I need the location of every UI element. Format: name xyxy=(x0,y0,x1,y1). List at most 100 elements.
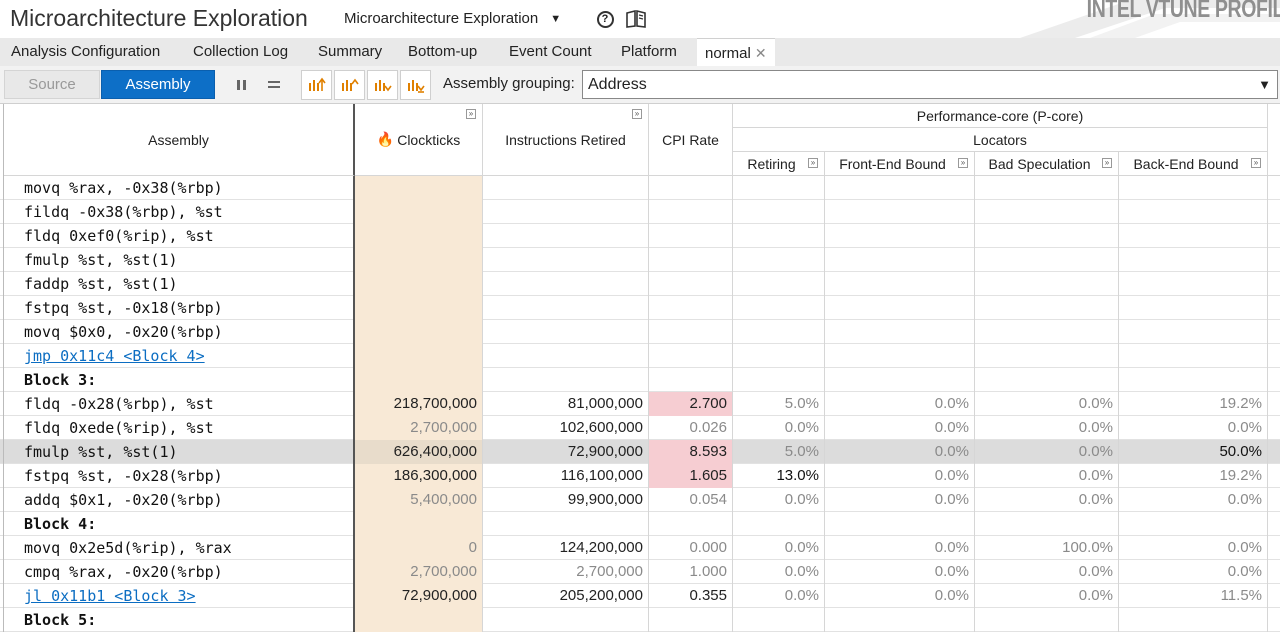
assembly-grouping-select[interactable]: Address ▼ xyxy=(582,70,1278,99)
bad-speculation-cell xyxy=(975,344,1118,368)
header-frontend-label: Front-End Bound xyxy=(839,155,946,172)
instructions-cell xyxy=(483,224,648,248)
bad-speculation-cell: 0.0% xyxy=(1078,467,1113,484)
tab-summary[interactable]: Summary xyxy=(318,38,382,66)
back-end-bound-cell xyxy=(1119,344,1267,368)
bad-speculation-cell xyxy=(975,608,1118,632)
column-divider xyxy=(824,176,825,632)
table-row[interactable]: Block 5: xyxy=(0,608,1280,632)
bad-speculation-cell: 100.0% xyxy=(1062,539,1113,556)
retiring-cell xyxy=(733,200,824,224)
retiring-cell xyxy=(733,248,824,272)
expand-column-icon[interactable]: » xyxy=(1102,158,1112,168)
front-end-bound-cell: 0.0% xyxy=(934,563,969,580)
clockticks-cell xyxy=(355,344,482,368)
tab-event-count[interactable]: Event Count xyxy=(509,38,592,66)
hotspot-last-icon[interactable] xyxy=(400,70,431,100)
cpi-rate-cell xyxy=(649,296,732,320)
header-bad-speculation[interactable]: Bad Speculation » xyxy=(975,152,1119,176)
close-icon[interactable]: ✕ xyxy=(755,45,767,61)
bad-speculation-cell xyxy=(975,296,1118,320)
pause-icon[interactable] xyxy=(229,71,255,99)
grid-rows: movq %rax, -0x38(%rbp) fildq -0x38(%rbp),… xyxy=(0,176,1280,632)
assembly-jump-link[interactable]: jmp 0x11c4 <Block 4> xyxy=(24,344,352,368)
help-icon[interactable]: ? xyxy=(595,9,615,29)
assembly-jump-link[interactable]: jl 0x11b1 <Block 3> xyxy=(24,584,352,608)
cpi-rate-cell xyxy=(649,272,732,296)
header-back-end-bound[interactable]: Back-End Bound » xyxy=(1119,152,1268,176)
tab-platform[interactable]: Platform xyxy=(621,38,677,66)
book-icon[interactable] xyxy=(626,9,646,29)
tab-bottom-up[interactable]: Bottom-up xyxy=(408,38,477,66)
table-row[interactable]: jl 0x11b1 <Block 3> 72,900,000 205,200,000… xyxy=(0,584,1280,608)
table-row[interactable]: fldq 0xef0(%rip), %st xyxy=(0,224,1280,248)
table-row[interactable]: fldq 0xede(%rip), %st 2,700,000 102,600,00… xyxy=(0,416,1280,440)
tab-normal[interactable]: normal ✕ xyxy=(697,38,775,66)
clockticks-cell: 2,700,000 xyxy=(355,416,482,440)
retiring-cell: 5.0% xyxy=(784,395,819,412)
table-row[interactable]: movq $0x0, -0x20(%rbp) xyxy=(0,320,1280,344)
hotspot-previous-icon[interactable] xyxy=(334,70,365,100)
expand-column-icon[interactable]: » xyxy=(1251,158,1261,168)
cpi-rate-cell: 0.000 xyxy=(689,539,727,556)
front-end-bound-cell xyxy=(825,248,974,272)
front-end-bound-cell: 0.0% xyxy=(934,395,969,412)
hotspot-first-icon[interactable] xyxy=(301,70,332,100)
expand-column-icon[interactable]: » xyxy=(632,109,642,119)
clockticks-cell xyxy=(355,368,482,392)
expand-column-icon[interactable]: » xyxy=(808,158,818,168)
instructions-cell: 205,200,000 xyxy=(559,587,643,604)
cpi-rate-cell xyxy=(649,224,732,248)
table-row[interactable]: Block 3: xyxy=(0,368,1280,392)
assembly-button[interactable]: Assembly xyxy=(101,70,215,99)
bad-speculation-cell xyxy=(975,272,1118,296)
bad-speculation-cell: 0.0% xyxy=(1078,587,1113,604)
back-end-bound-cell xyxy=(1119,200,1267,224)
analysis-type-dropdown[interactable]: Microarchitecture Exploration ▼ xyxy=(344,10,561,27)
table-row[interactable]: fldq -0x28(%rbp), %st 218,700,000 81,000,0… xyxy=(0,392,1280,416)
table-row[interactable]: Block 4: xyxy=(0,512,1280,536)
back-end-bound-cell: 19.2% xyxy=(1219,467,1262,484)
tab-collection-log[interactable]: Collection Log xyxy=(193,38,288,66)
table-row[interactable]: addq $0x1, -0x20(%rbp) 5,400,000 99,900,00… xyxy=(0,488,1280,512)
header-clockticks[interactable]: 🔥 Clockticks » xyxy=(355,104,483,176)
cpi-rate-cell: 1.000 xyxy=(689,563,727,580)
expand-column-icon[interactable]: » xyxy=(958,158,968,168)
header-retiring[interactable]: Retiring » xyxy=(733,152,825,176)
table-row[interactable]: fmulp %st, %st(1) 626,400,000 72,900,000 8.… xyxy=(0,440,1280,464)
hotspot-next-icon[interactable] xyxy=(367,70,398,100)
header-instructions-retired[interactable]: Instructions Retired » xyxy=(483,104,649,176)
menu-icon[interactable] xyxy=(261,71,287,99)
assembly-column-divider[interactable] xyxy=(353,176,355,632)
app-title: Microarchitecture Exploration xyxy=(10,5,308,31)
assembly-grid: Assembly 🔥 Clockticks » Instructions Reti… xyxy=(0,104,1280,632)
header-cpi-rate[interactable]: CPI Rate xyxy=(649,104,733,176)
retiring-cell xyxy=(733,320,824,344)
table-row[interactable]: cmpq %rax, -0x20(%rbp) 2,700,000 2,700,000… xyxy=(0,560,1280,584)
table-row[interactable]: movq 0x2e5d(%rip), %rax 0 124,200,000 0.000… xyxy=(0,536,1280,560)
header-front-end-bound[interactable]: Front-End Bound » xyxy=(825,152,975,176)
table-row[interactable]: fmulp %st, %st(1) xyxy=(0,248,1280,272)
table-row[interactable]: movq %rax, -0x38(%rbp) xyxy=(0,176,1280,200)
brand-logo-text: INTEL VTUNE PROFIL xyxy=(1086,0,1280,23)
retiring-cell: 0.0% xyxy=(784,491,819,508)
column-divider xyxy=(974,176,975,632)
back-end-bound-cell xyxy=(1119,248,1267,272)
table-row[interactable]: fstpq %st, -0x18(%rbp) xyxy=(0,296,1280,320)
instructions-cell: 102,600,000 xyxy=(559,419,643,436)
assembly-instruction: fstpq %st, -0x28(%rbp) xyxy=(24,467,223,485)
header-clockticks-label: Clockticks xyxy=(397,131,461,148)
cpi-rate-cell xyxy=(649,176,732,200)
table-row[interactable]: jmp 0x11c4 <Block 4> xyxy=(0,344,1280,368)
clockticks-cell xyxy=(355,200,482,224)
source-button[interactable]: Source xyxy=(4,70,100,99)
expand-column-icon[interactable]: » xyxy=(466,109,476,119)
cpi-rate-cell xyxy=(649,368,732,392)
table-row[interactable]: fildq -0x38(%rbp), %st xyxy=(0,200,1280,224)
tab-analysis-configuration[interactable]: Analysis Configuration xyxy=(11,38,160,66)
header-assembly[interactable]: Assembly xyxy=(4,104,355,176)
table-row[interactable]: fstpq %st, -0x28(%rbp) 186,300,000 116,100… xyxy=(0,464,1280,488)
instructions-cell xyxy=(483,320,648,344)
clockticks-cell: 626,400,000 xyxy=(355,440,482,464)
table-row[interactable]: faddp %st, %st(1) xyxy=(0,272,1280,296)
